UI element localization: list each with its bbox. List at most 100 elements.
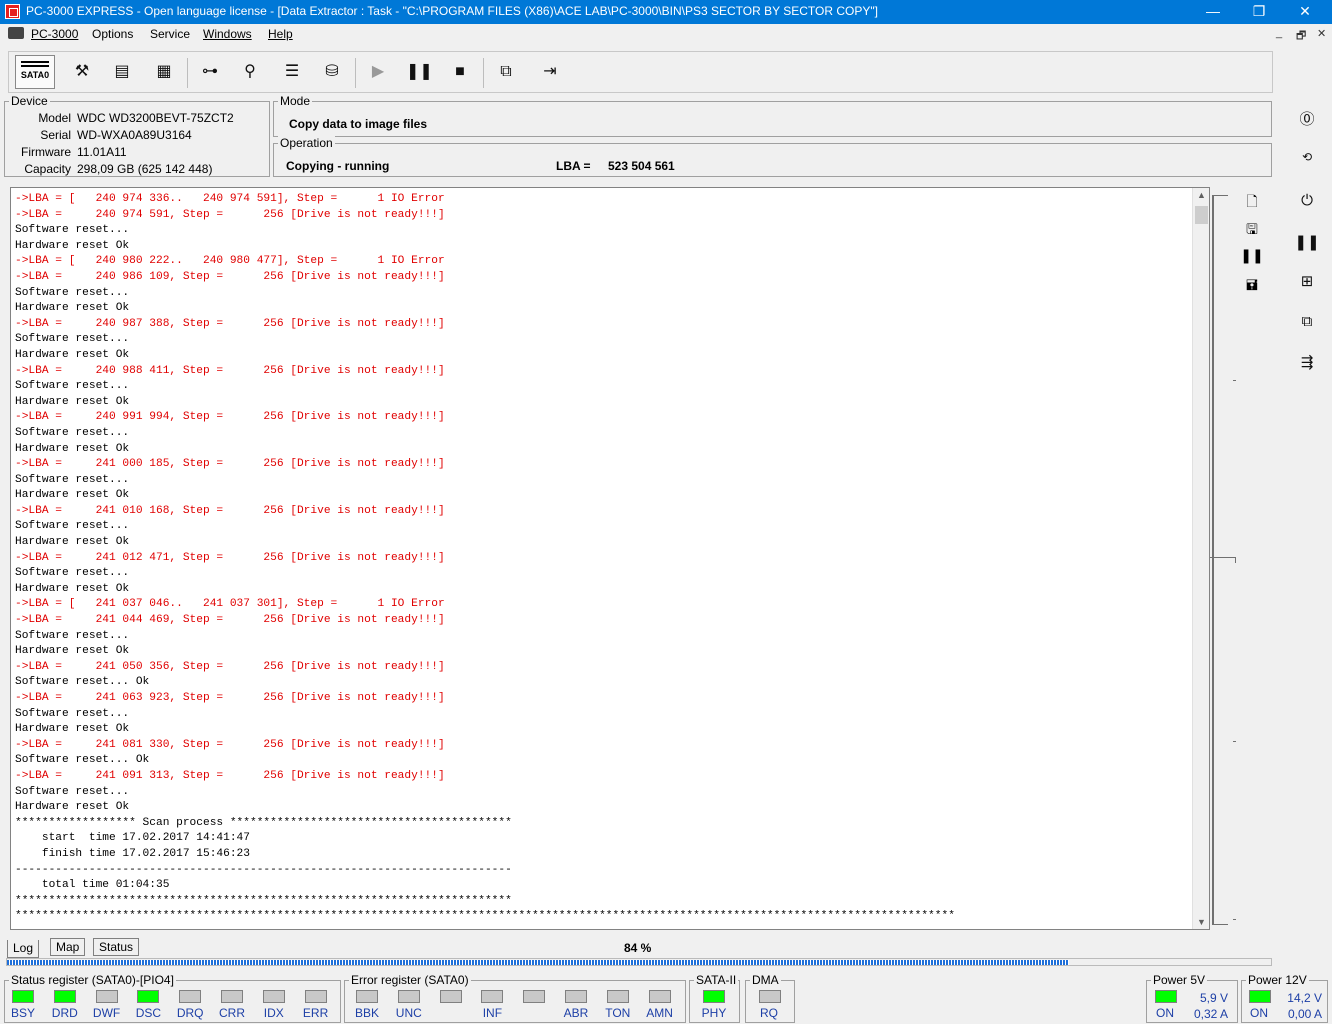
log-line: Software reset... xyxy=(15,567,130,580)
log-line: ->LBA = [ 240 974 336.. 240 974 591], St… xyxy=(15,193,445,205)
log-line: ->LBA = 240 986 109, Step = 256 [Drive i… xyxy=(15,270,445,283)
log-line: ->LBA = [ 241 037 046.. 241 037 301], St… xyxy=(15,598,445,611)
log-line: ****************** Scan process ********… xyxy=(15,816,512,829)
menu-service[interactable]: Service xyxy=(150,27,190,41)
menu-help[interactable]: Help xyxy=(268,27,293,41)
menu-pc3000[interactable]: PC-3000 xyxy=(31,27,78,41)
device-group: Device Model WDC WD3200BEVT-75ZCT2 Seria… xyxy=(4,94,270,177)
model-label: Model xyxy=(38,111,71,125)
scroll-up-icon[interactable]: ▲ xyxy=(1193,190,1209,200)
log-line: ->LBA = 241 050 356, Step = 256 [Drive i… xyxy=(15,660,445,673)
unused-led xyxy=(439,990,462,1003)
app-icon xyxy=(5,4,20,19)
mdi-restore-button[interactable]: 🗗 xyxy=(1296,27,1306,46)
drd-led xyxy=(53,990,76,1003)
log-line: Software reset... xyxy=(15,426,130,439)
log-line: Hardware reset Ok xyxy=(15,239,130,252)
connector-icon[interactable]: ⇶ xyxy=(1292,353,1322,379)
position-slider-thumb[interactable] xyxy=(1210,557,1236,563)
save-log-icon[interactable]: 🖫 xyxy=(1240,219,1264,241)
log-line: ->LBA = 240 974 591, Step = 256 [Drive i… xyxy=(15,208,445,221)
drq-led xyxy=(179,990,202,1003)
log-line: Hardware reset Ok xyxy=(15,645,130,658)
unc-led xyxy=(397,990,420,1003)
progress-bar xyxy=(6,958,1272,966)
drive-icon[interactable]: ⛁ xyxy=(319,60,345,84)
bbk-label: BBK xyxy=(354,1006,379,1020)
phy-label: PHY xyxy=(701,1006,727,1020)
crr-led xyxy=(221,990,243,1003)
tab-map[interactable]: Map xyxy=(50,938,86,956)
pause-side-icon[interactable]: ❚❚ xyxy=(1292,233,1322,259)
abr-label: ABR xyxy=(563,1006,589,1020)
log-line: ->LBA = [ 240 980 222.. 240 980 477], St… xyxy=(15,255,445,268)
lba-value: 523 504 561 xyxy=(608,159,675,173)
smart-icon[interactable]: ▦ xyxy=(151,60,177,84)
power5v-title: Power 5V xyxy=(1151,973,1208,987)
close-button[interactable]: ✕ xyxy=(1282,0,1328,24)
tab-log[interactable]: Log xyxy=(7,940,40,958)
menu-windows[interactable]: Windows xyxy=(203,27,252,41)
log-scrollbar[interactable]: ▲ ▼ xyxy=(1192,188,1209,929)
scroll-down-icon[interactable]: ▼ xyxy=(1193,917,1209,927)
id-sheet-icon[interactable]: ▤ xyxy=(109,60,135,84)
toolbar-separator xyxy=(187,58,188,88)
pause-log-icon[interactable]: ❚❚ xyxy=(1240,247,1264,269)
operation-group: Operation Copying - running LBA = 523 50… xyxy=(273,136,1272,177)
mode-value: Copy data to image files xyxy=(289,117,428,131)
log-line: Hardware reset Ok xyxy=(15,489,130,502)
scroll-thumb[interactable] xyxy=(1195,206,1208,224)
binoculars-icon[interactable]: ⚲ xyxy=(237,60,263,84)
unc-label: UNC xyxy=(395,1006,422,1020)
log-line: ->LBA = 241 063 923, Step = 256 [Drive i… xyxy=(15,692,445,704)
copy-delete-icon[interactable]: ⧉ xyxy=(1292,313,1322,339)
power12v-current: 0,00 A xyxy=(1287,1007,1322,1021)
tree-icon[interactable]: ⊶ xyxy=(197,60,223,84)
zero-fill-icon[interactable]: ⓪ xyxy=(1292,108,1322,134)
power5v-led[interactable] xyxy=(1155,990,1177,1003)
save-settings-icon[interactable]: 🖬 xyxy=(1240,275,1264,297)
log-line: ****************************************… xyxy=(15,910,955,923)
power12v-led[interactable] xyxy=(1249,990,1271,1003)
mdi-close-button[interactable]: ✕ xyxy=(1317,27,1326,40)
tools-icon[interactable]: ⚒ xyxy=(69,60,95,84)
reset-icon[interactable]: ⟲ xyxy=(1292,150,1322,176)
log-line: Software reset... xyxy=(15,333,130,346)
log-line: Software reset... Ok xyxy=(15,676,150,689)
play-icon[interactable]: ▶ xyxy=(365,60,391,84)
device-group-title: Device xyxy=(9,94,50,108)
dwf-label: DWF xyxy=(92,1006,121,1020)
progress-fill xyxy=(7,960,1069,965)
sata2-title: SATA-II xyxy=(694,973,739,987)
open-log-icon[interactable]: 🗋 xyxy=(1240,191,1264,213)
counter-icon[interactable]: ⊞ xyxy=(1292,272,1322,298)
pause-icon[interactable]: ❚❚ xyxy=(406,60,433,84)
hdd-stack-icon[interactable]: ☰ xyxy=(279,60,305,84)
capacity-label: Capacity xyxy=(24,162,71,176)
inf-label: INF xyxy=(482,1006,503,1020)
unused-led xyxy=(523,990,546,1003)
rq-label: RQ xyxy=(760,1006,778,1020)
bsy-label: BSY xyxy=(10,1006,35,1020)
sata-port-button[interactable]: SATA0 xyxy=(15,55,55,89)
maximize-button[interactable]: ❐ xyxy=(1236,0,1282,24)
menu-options[interactable]: Options xyxy=(92,27,133,41)
log-window[interactable]: ->LBA = [ 240 974 336.. 240 974 591], St… xyxy=(10,187,1210,930)
pc3000-icon xyxy=(8,27,24,39)
power5v-current: 0,32 A xyxy=(1193,1007,1228,1021)
log-line: Hardware reset Ok xyxy=(15,723,130,736)
power5v-voltage: 5,9 V xyxy=(1199,991,1228,1005)
power-switch-icon[interactable]: ⏻ xyxy=(1292,192,1322,218)
windows-cascade-icon[interactable]: ⧉ xyxy=(493,60,519,84)
mdi-minimize-button[interactable]: _ xyxy=(1276,27,1282,39)
amn-label: AMN xyxy=(646,1006,673,1020)
log-line: Hardware reset Ok xyxy=(15,582,130,595)
serial-label: Serial xyxy=(40,128,71,142)
stop-icon[interactable]: ■ xyxy=(447,60,473,84)
err-label: ERR xyxy=(302,1006,329,1020)
minimize-button[interactable]: — xyxy=(1190,0,1236,24)
tab-status[interactable]: Status xyxy=(93,938,140,956)
progress-percent: 84 % xyxy=(624,941,652,955)
status-register-title: Status register (SATA0)-[PIO4] xyxy=(9,973,176,987)
exit-icon[interactable]: ⇥ xyxy=(537,60,563,84)
